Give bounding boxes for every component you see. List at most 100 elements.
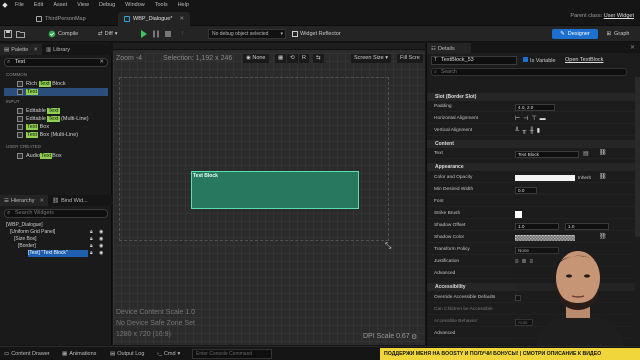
lock-icon[interactable]: 🔒︎ <box>90 236 93 242</box>
tab-hierarchy[interactable]: ☰ Hierarchy ✕ <box>0 195 49 206</box>
bind-icon[interactable]: ⛓ <box>599 149 607 156</box>
palette-item-rich-text-block[interactable]: Rich Text Block <box>4 80 108 88</box>
menu-edit[interactable]: Edit <box>29 2 48 8</box>
save-icon[interactable] <box>4 29 12 39</box>
tab-bind-widgets[interactable]: ⛓ Bind Wid... <box>48 195 92 206</box>
padding-input[interactable]: 4.0, 2.0 <box>515 104 555 111</box>
details-search-input[interactable]: ⌕ Search <box>431 68 627 76</box>
eye-icon[interactable]: ◉ <box>99 229 103 235</box>
browse-icon[interactable] <box>16 29 25 39</box>
category-user-created[interactable]: USER CREATED <box>2 143 110 150</box>
eye-icon[interactable]: ◉ <box>99 250 103 256</box>
hierarchy-item-size-box[interactable]: [Size Box] <box>14 236 37 243</box>
unreal-logo-icon[interactable]: ◆ <box>0 0 10 10</box>
tab-details[interactable]: ☷ Details <box>427 43 471 54</box>
palette-search-input[interactable]: ⌕ Text ✕ <box>4 58 108 67</box>
tab-library[interactable]: ▥ Library <box>42 44 74 55</box>
shadow-offset-y[interactable]: 1.0 <box>565 223 609 230</box>
designer-button[interactable]: ✎ Designer <box>552 29 598 39</box>
stop-icon[interactable] <box>164 29 172 39</box>
bind-icon[interactable]: ⛓ <box>599 173 607 180</box>
gear-icon[interactable]: ⚙ <box>411 333 417 341</box>
animations-button[interactable]: ▦ Animations <box>62 349 96 359</box>
section-slot[interactable]: Slot (Border Slot) <box>427 93 635 101</box>
rotate-snap-button[interactable]: ⟲ <box>287 54 298 63</box>
grid-snap-button[interactable]: ▦ <box>275 54 287 63</box>
hierarchy-item-border[interactable]: [Border] <box>18 243 36 250</box>
output-log-button[interactable]: ▤ Output Log <box>110 349 144 359</box>
eye-icon[interactable]: ◉ <box>99 243 103 249</box>
diff-button[interactable]: ⇄ Diff ▾ <box>98 29 118 39</box>
row-horizontal-alignment: Horizontal Alignment ⊢⊣⊤▬ <box>427 114 635 124</box>
text-block-widget[interactable]: Text Block <box>191 171 359 209</box>
palette-item-text-box-multiline[interactable]: Text Box (Multi-Line) <box>4 131 108 139</box>
fill-screen-select[interactable]: Fill Scre <box>397 54 423 63</box>
flow-direction-button[interactable]: ⇆ <box>313 54 324 63</box>
compile-button[interactable]: Compile <box>48 29 78 39</box>
text-options-icon[interactable]: ▤ <box>583 150 589 157</box>
text-icon <box>17 89 23 95</box>
palette-item-editable-text-multiline[interactable]: Editable Text (Multi-Line) <box>4 115 108 123</box>
close-icon[interactable]: ✕ <box>33 47 38 53</box>
menu-help[interactable]: Help <box>173 2 194 8</box>
more-icon[interactable]: ⋮ <box>180 29 186 39</box>
h-align-buttons[interactable]: ⊢⊣⊤▬ <box>515 115 549 122</box>
category-input[interactable]: INPUT <box>2 98 110 105</box>
min-width-input[interactable]: 0.0 <box>515 187 537 194</box>
inherit-button[interactable]: Inherit <box>578 173 591 183</box>
widget-name-input[interactable]: T TextBlock_53 <box>431 56 517 65</box>
hierarchy-item-uniform-grid[interactable]: [Uniform Grid Panel] <box>10 229 55 236</box>
widget-reflector-button[interactable]: Widget Reflector <box>292 29 341 39</box>
close-icon[interactable]: ✕ <box>630 44 635 51</box>
close-icon[interactable]: ✕ <box>39 198 44 204</box>
lock-icon[interactable]: 🔒︎ <box>90 243 93 249</box>
cmd-select[interactable]: ›_ Cmd ▾ <box>157 349 180 359</box>
section-content[interactable]: Content <box>427 140 635 148</box>
menu-asset[interactable]: Asset <box>48 2 72 8</box>
console-input[interactable]: Enter Console Command <box>192 349 272 359</box>
designer-viewport[interactable]: Zoom -4 Selection: 1,192 x 246 ◉ None ▦ … <box>113 43 425 345</box>
debug-object-select[interactable]: No debug object selected ▾ <box>208 29 286 39</box>
shadow-offset-x[interactable]: 1.0 <box>515 223 559 230</box>
graph-button[interactable]: ⊞ Graph <box>602 29 634 39</box>
palette-item-text[interactable]: Text <box>4 88 108 96</box>
v-align-buttons[interactable]: ╨╥╫▮ <box>515 127 543 134</box>
menu-debug[interactable]: Debug <box>94 2 120 8</box>
hierarchy-item-text-block[interactable]: [Text] "Text Block" <box>28 250 88 257</box>
hierarchy-search-input[interactable]: ⌕ Search Widgets <box>4 209 108 218</box>
text-input[interactable]: Text Block <box>515 151 579 158</box>
menu-tools[interactable]: Tools <box>150 2 173 8</box>
tab-palette[interactable]: ▤ Palette ✕ <box>0 44 42 55</box>
menu-file[interactable]: File <box>10 2 29 8</box>
parent-class-link[interactable]: User Widget <box>604 13 634 19</box>
color-swatch[interactable] <box>515 175 575 181</box>
lock-icon[interactable]: 🔒︎ <box>90 229 93 235</box>
screen-size-select[interactable]: Screen Size ▾ <box>351 54 391 63</box>
category-common[interactable]: COMMON <box>2 71 110 78</box>
folder-icon: ▭ <box>4 351 10 357</box>
play-icon[interactable] <box>140 29 148 39</box>
menu-window[interactable]: Window <box>120 2 150 8</box>
tab-wbp-dialogue[interactable]: WBP_Dialogue* ✕ <box>118 12 191 26</box>
hierarchy-item-root[interactable]: [WBP_Dialogue] <box>6 222 43 229</box>
palette-item-text-box[interactable]: Text Box <box>4 123 108 131</box>
strike-brush-swatch[interactable] <box>515 211 522 218</box>
palette-item-audio-text-box[interactable]: AudioTextBox <box>4 152 108 160</box>
eye-icon[interactable]: ◉ <box>99 236 103 242</box>
palette-item-editable-text[interactable]: Editable Text <box>4 107 108 115</box>
open-textblock-link[interactable]: Open TextBlock <box>565 57 603 63</box>
close-icon[interactable]: ✕ <box>179 16 184 22</box>
details-scrollbar[interactable] <box>635 77 640 237</box>
resize-handle-icon[interactable]: ⤡ <box>385 241 391 251</box>
lock-icon[interactable]: 🔒︎ <box>90 250 93 256</box>
pause-icon[interactable] <box>152 29 160 39</box>
menu-view[interactable]: View <box>72 2 94 8</box>
section-appearance[interactable]: Appearance <box>427 163 635 171</box>
editable-text-icon <box>17 108 23 114</box>
is-variable-checkbox[interactable]: Is Variable <box>523 57 556 64</box>
reset-zoom-button[interactable]: R <box>299 54 309 63</box>
none-button[interactable]: ◉ None <box>243 54 269 63</box>
content-drawer-button[interactable]: ▭ Content Drawer <box>4 349 50 359</box>
tab-thirdpersonmap[interactable]: ThirdPersonMap <box>30 12 92 26</box>
clear-icon[interactable]: ✕ <box>99 59 104 66</box>
